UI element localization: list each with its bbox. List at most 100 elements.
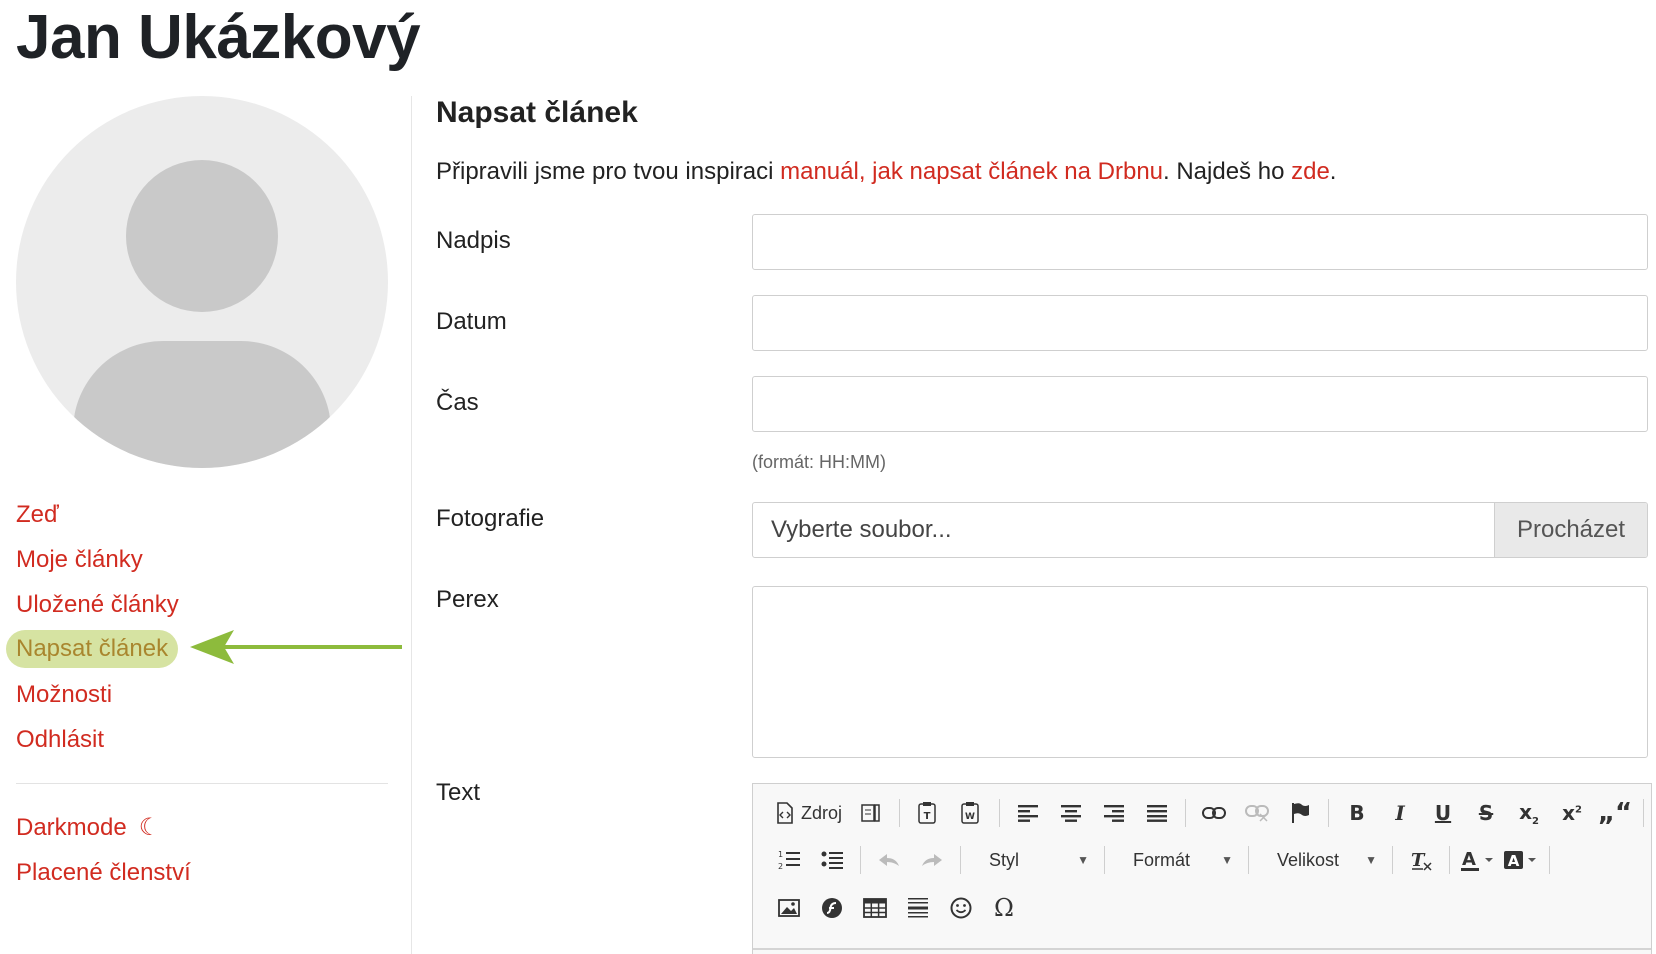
blockquote-button[interactable]: „“: [1597, 795, 1633, 831]
templates-button[interactable]: [853, 795, 889, 831]
photo-file-input[interactable]: Vyberte soubor... Procházet: [752, 502, 1648, 558]
anchor-button[interactable]: [1282, 795, 1318, 831]
undo-button[interactable]: [871, 842, 907, 878]
special-char-button[interactable]: Ω: [986, 890, 1022, 926]
horizontal-rule-button[interactable]: [900, 890, 936, 926]
format-dropdown[interactable]: Formát ▼: [1115, 843, 1245, 877]
horizontal-rule-icon: [908, 898, 928, 918]
subscript-button[interactable]: x2: [1511, 795, 1547, 831]
flash-button[interactable]: [814, 890, 850, 926]
source-button[interactable]: Zdroj: [771, 795, 846, 831]
avatar-head: [126, 160, 278, 312]
unlink-button[interactable]: [1239, 795, 1275, 831]
flag-icon: [1292, 803, 1310, 823]
justify-button[interactable]: [1139, 795, 1175, 831]
svg-text:2: 2: [778, 862, 783, 871]
strikethrough-button[interactable]: S: [1468, 795, 1504, 831]
source-icon: [777, 802, 793, 824]
toolbar-separator: [1328, 799, 1330, 827]
sidebar-item-paid-membership[interactable]: Placené členství: [16, 850, 191, 895]
time-input[interactable]: [752, 376, 1648, 432]
strikethrough-icon: S: [1478, 801, 1494, 825]
style-dropdown[interactable]: Styl ▼: [971, 843, 1101, 877]
sidebar-secondary-nav: Darkmode ☾ Placené členství: [16, 805, 191, 895]
intro-middle: . Najdeš ho: [1163, 158, 1292, 185]
toolbar-separator: [999, 799, 1001, 827]
editor-toolbar-row-1: Zdroj T W B I U S x2 x2 „“: [771, 793, 1654, 833]
size-dropdown[interactable]: Velikost ▼: [1259, 843, 1389, 877]
unlink-icon: [1245, 805, 1270, 822]
paste-word-button[interactable]: W: [953, 795, 989, 831]
date-input[interactable]: [752, 295, 1648, 351]
page-title: Jan Ukázkový: [16, 3, 421, 72]
toolbar-separator: [1549, 846, 1550, 874]
intro-suffix: .: [1329, 158, 1337, 185]
paste-text-button[interactable]: T: [910, 795, 946, 831]
svg-text:A: A: [1462, 849, 1476, 870]
smiley-button[interactable]: [943, 890, 979, 926]
darkmode-label: Darkmode: [16, 814, 127, 841]
perex-textarea[interactable]: [752, 586, 1648, 758]
table-button[interactable]: [857, 890, 893, 926]
moon-icon: ☾: [138, 814, 161, 841]
toolbar-separator: [1185, 799, 1187, 827]
background-color-button[interactable]: A: [1503, 842, 1539, 878]
here-link[interactable]: zde: [1291, 158, 1330, 185]
remove-format-button[interactable]: T: [1403, 842, 1439, 878]
paste-word-icon: W: [961, 802, 979, 824]
editor-toolbar-row-2: 12 Styl ▼ Formát ▼ Velikost ▼ T A A: [771, 840, 1560, 880]
align-right-button[interactable]: [1096, 795, 1132, 831]
sidebar-item-saved-articles[interactable]: Uložené články: [16, 582, 179, 627]
smiley-icon: [950, 897, 972, 919]
sidebar-item-my-articles[interactable]: Moje články: [16, 537, 179, 582]
bold-button[interactable]: B: [1339, 795, 1375, 831]
svg-text:T: T: [1411, 850, 1426, 871]
svg-text:W: W: [965, 812, 975, 822]
align-left-button[interactable]: [1010, 795, 1046, 831]
rich-text-editor: Zdroj T W B I U S x2 x2 „“ 1 2 Styl ▼ Fo…: [752, 783, 1652, 954]
avatar-placeholder: [16, 96, 388, 468]
superscript-button[interactable]: x2: [1554, 795, 1590, 831]
sidebar-nav: Zeď Moje články Uložené články Napsat čl…: [6, 492, 179, 762]
italic-icon: I: [1395, 801, 1405, 825]
bulleted-list-button[interactable]: [814, 842, 850, 878]
underline-button[interactable]: U: [1425, 795, 1461, 831]
link-icon: [1202, 807, 1227, 819]
quote-icon: „“: [1597, 798, 1633, 828]
underline-icon: U: [1434, 801, 1452, 825]
sidebar-item-write-article[interactable]: Napsat článek: [6, 630, 179, 668]
toolbar-separator: [899, 799, 901, 827]
sidebar-item-options[interactable]: Možnosti: [16, 672, 179, 717]
toolbar-separator: [1449, 846, 1450, 874]
sidebar-item-logout[interactable]: Odhlásit: [16, 717, 179, 762]
photo-label: Fotografie: [436, 505, 545, 532]
paste-text-icon: T: [918, 802, 936, 824]
browse-button[interactable]: Procházet: [1494, 503, 1647, 557]
omega-icon: Ω: [994, 894, 1014, 922]
image-button[interactable]: [771, 890, 807, 926]
align-center-button[interactable]: [1053, 795, 1089, 831]
sidebar-item-wall[interactable]: Zeď: [16, 492, 179, 537]
text-color-button[interactable]: A: [1460, 842, 1496, 878]
size-label: Velikost: [1277, 849, 1340, 870]
chevron-down-icon: ▼: [1077, 853, 1089, 867]
intro-prefix: Připravili jsme pro tvou inspiraci: [436, 158, 781, 185]
toolbar-separator: [1248, 846, 1249, 874]
align-right-icon: [1104, 805, 1125, 822]
darkmode-toggle[interactable]: Darkmode ☾: [16, 805, 191, 850]
numbered-list-button[interactable]: 12: [771, 842, 807, 878]
manual-link[interactable]: manuál, jak napsat článek na Drbnu: [780, 158, 1163, 185]
headline-input[interactable]: [752, 214, 1648, 270]
redo-icon: [922, 854, 942, 866]
text-color-icon: A: [1461, 849, 1493, 871]
numbered-list-icon: 12: [778, 850, 800, 871]
intro-text: Připravili jsme pro tvou inspiraci manuá…: [436, 158, 1336, 186]
format-label: Formát: [1133, 849, 1191, 870]
table-icon: [863, 898, 887, 918]
link-button[interactable]: [1196, 795, 1232, 831]
redo-button[interactable]: [914, 842, 950, 878]
time-format-hint: (formát: HH:MM): [752, 452, 886, 472]
align-center-icon: [1061, 805, 1082, 822]
justify-icon: [1147, 805, 1168, 822]
italic-button[interactable]: I: [1382, 795, 1418, 831]
